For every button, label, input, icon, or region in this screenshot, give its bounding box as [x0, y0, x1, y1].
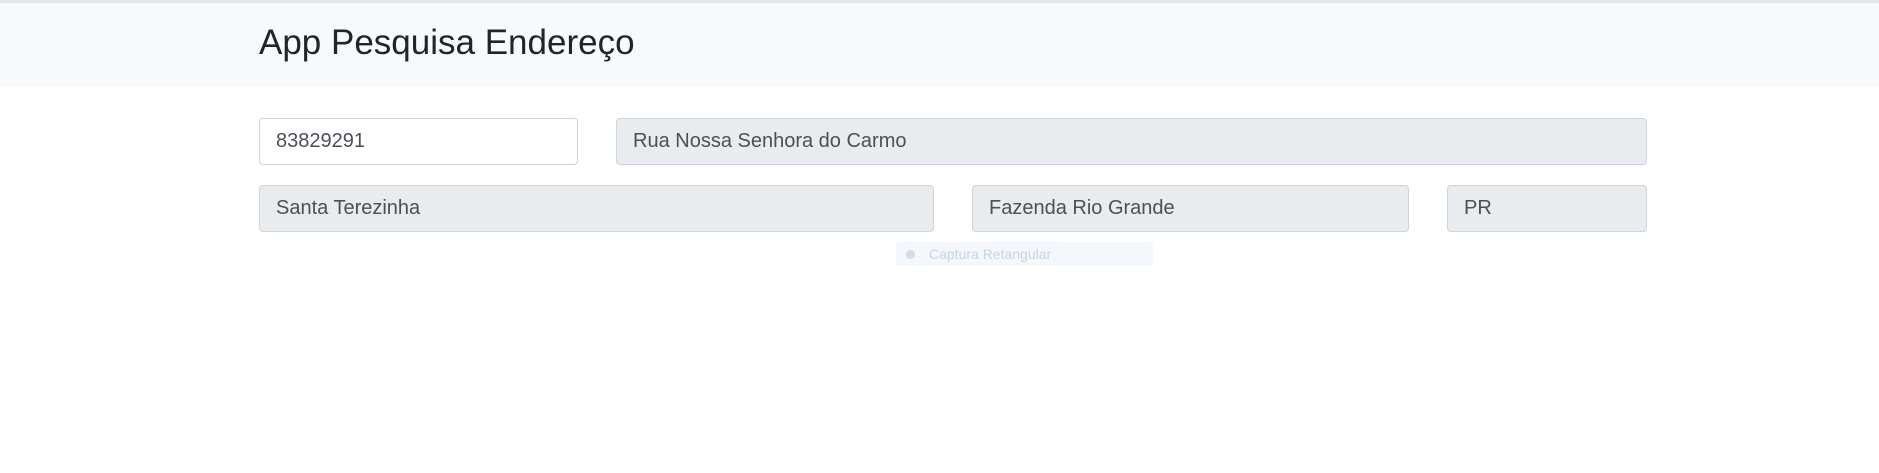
capture-tooltip[interactable]: Captura Retangular — [896, 242, 1153, 266]
navbar: App Pesquisa Endereço — [0, 3, 1879, 87]
capture-label: Captura Retangular — [929, 246, 1052, 262]
bairro-field — [259, 185, 934, 232]
logradouro-field — [616, 118, 1647, 165]
page-title: App Pesquisa Endereço — [259, 23, 635, 62]
cep-input[interactable] — [259, 118, 578, 165]
record-dot-icon — [906, 249, 915, 259]
cidade-field — [972, 185, 1409, 232]
uf-field — [1447, 185, 1647, 232]
